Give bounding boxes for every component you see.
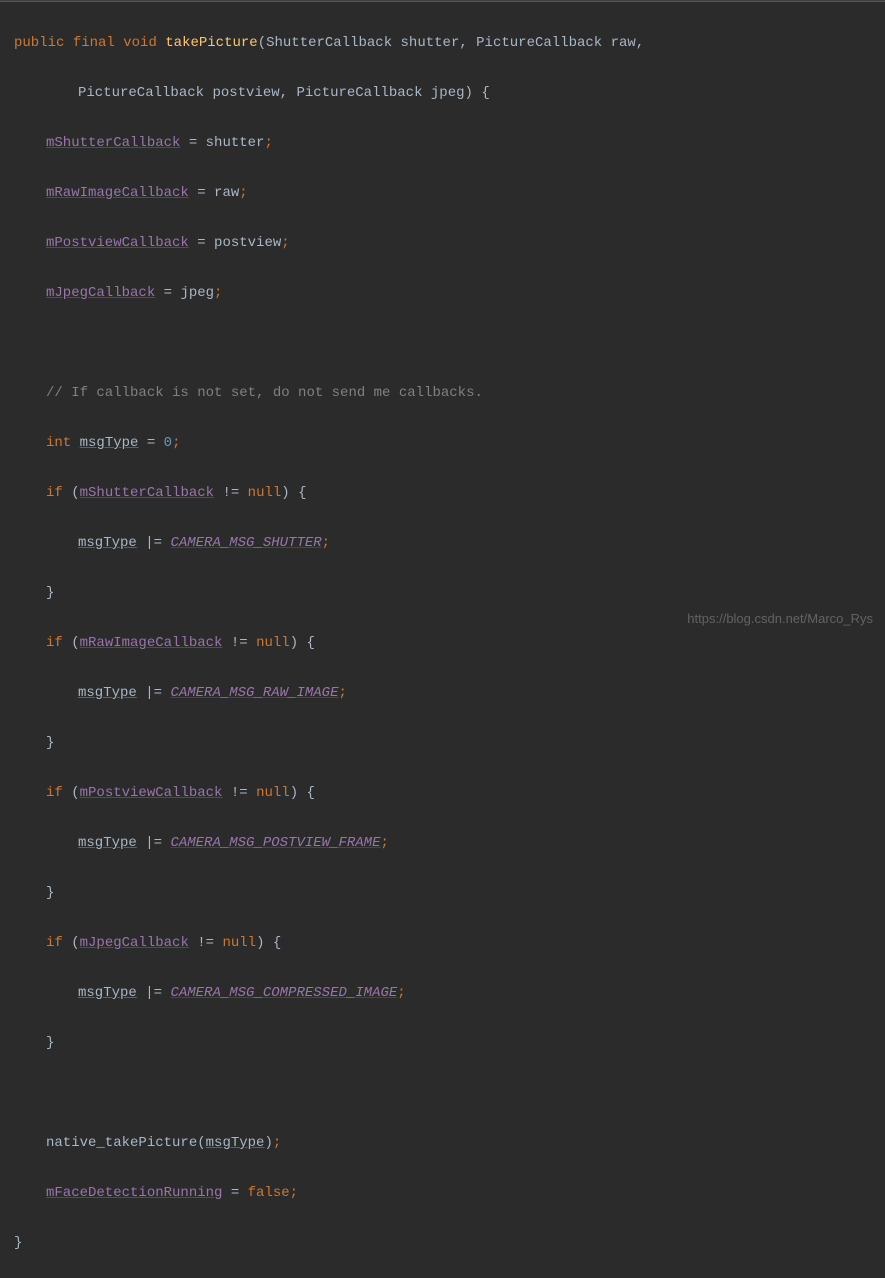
local-var: msgType	[78, 685, 137, 701]
code-line: mFaceDetectionRunning = false;	[14, 1181, 885, 1206]
param-name: postview	[212, 85, 279, 101]
method-name: takePicture	[165, 35, 257, 51]
code-editor[interactable]: public final void takePicture(ShutterCal…	[0, 2, 885, 1278]
var-ref: postview	[214, 235, 281, 251]
param-type: ShutterCallback	[266, 35, 392, 51]
keyword-null: null	[256, 785, 290, 801]
code-line: native_takePicture(msgType);	[14, 1131, 885, 1156]
field-ref: mRawImageCallback	[46, 185, 189, 201]
keyword-if: if	[46, 935, 63, 951]
keyword-if: if	[46, 485, 63, 501]
param-type: PictureCallback	[78, 85, 204, 101]
field-ref: mShutterCallback	[46, 135, 180, 151]
field-ref: mPostviewCallback	[46, 235, 189, 251]
local-var: msgType	[80, 435, 139, 451]
code-line: mJpegCallback = jpeg;	[14, 281, 885, 306]
comment: // If callback is not set, do not send m…	[46, 385, 483, 401]
code-line: }	[14, 1231, 885, 1256]
code-line: PictureCallback postview, PictureCallbac…	[14, 81, 885, 106]
param-name: jpeg	[431, 85, 465, 101]
keyword-if: if	[46, 635, 63, 651]
field-ref: mJpegCallback	[46, 285, 155, 301]
keyword-void: void	[123, 35, 157, 51]
param-name: raw	[611, 35, 636, 51]
keyword-null: null	[222, 935, 256, 951]
param-name: shutter	[401, 35, 460, 51]
field-ref: mShutterCallback	[80, 485, 214, 501]
field-ref: mRawImageCallback	[80, 635, 223, 651]
field-ref: mFaceDetectionRunning	[46, 1185, 222, 1201]
code-line: msgType |= CAMERA_MSG_SHUTTER;	[14, 531, 885, 556]
var-ref: shutter	[206, 135, 265, 151]
keyword-null: null	[256, 635, 290, 651]
field-ref: mJpegCallback	[80, 935, 189, 951]
keyword-false: false	[248, 1185, 290, 1201]
code-line: if (mJpegCallback != null) {	[14, 931, 885, 956]
code-line: msgType |= CAMERA_MSG_POSTVIEW_FRAME;	[14, 831, 885, 856]
code-line: public final void takePicture(ShutterCal…	[14, 31, 885, 56]
keyword-int: int	[46, 435, 71, 451]
param-type: PictureCallback	[476, 35, 602, 51]
keyword-if: if	[46, 785, 63, 801]
constant-ref: CAMERA_MSG_COMPRESSED_IMAGE	[170, 985, 397, 1001]
code-line: // If callback is not set, do not send m…	[14, 381, 885, 406]
var-ref: raw	[214, 185, 239, 201]
code-line: if (mPostviewCallback != null) {	[14, 781, 885, 806]
code-line: }	[14, 581, 885, 606]
local-var: msgType	[78, 535, 137, 551]
method-call: native_takePicture	[46, 1135, 197, 1151]
code-line: int msgType = 0;	[14, 431, 885, 456]
blank-line	[14, 1081, 885, 1106]
number-literal: 0	[164, 435, 172, 451]
code-line: if (mRawImageCallback != null) {	[14, 631, 885, 656]
paren-open: (	[258, 35, 266, 51]
local-var: msgType	[78, 835, 137, 851]
code-line: mRawImageCallback = raw;	[14, 181, 885, 206]
code-line: mPostviewCallback = postview;	[14, 231, 885, 256]
code-line: msgType |= CAMERA_MSG_RAW_IMAGE;	[14, 681, 885, 706]
constant-ref: CAMERA_MSG_SHUTTER	[170, 535, 321, 551]
blank-line	[14, 331, 885, 356]
keyword-public: public	[14, 35, 64, 51]
local-var: msgType	[78, 985, 137, 1001]
code-line: if (mShutterCallback != null) {	[14, 481, 885, 506]
constant-ref: CAMERA_MSG_RAW_IMAGE	[170, 685, 338, 701]
var-ref: jpeg	[180, 285, 214, 301]
field-ref: mPostviewCallback	[80, 785, 223, 801]
param-type: PictureCallback	[296, 85, 422, 101]
code-line: }	[14, 731, 885, 756]
constant-ref: CAMERA_MSG_POSTVIEW_FRAME	[170, 835, 380, 851]
code-line: }	[14, 1031, 885, 1056]
keyword-final: final	[73, 35, 115, 51]
code-line: }	[14, 881, 885, 906]
watermark-text: https://blog.csdn.net/Marco_Rys	[687, 606, 873, 631]
local-var: msgType	[206, 1135, 265, 1151]
code-line: mShutterCallback = shutter;	[14, 131, 885, 156]
keyword-null: null	[248, 485, 282, 501]
code-line: msgType |= CAMERA_MSG_COMPRESSED_IMAGE;	[14, 981, 885, 1006]
